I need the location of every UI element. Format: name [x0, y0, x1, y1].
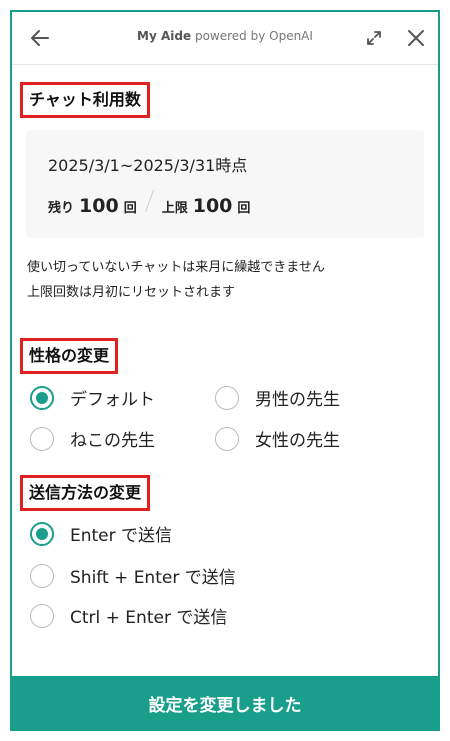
- expand-icon: [367, 31, 381, 45]
- send-option-label: Ctrl + Enter で送信: [70, 608, 228, 628]
- chat-settings-panel: My Aide powered by OpenAI チャット利用数 2025/3…: [10, 10, 440, 731]
- counts-divider: [144, 190, 154, 212]
- header: My Aide powered by OpenAI: [12, 12, 438, 65]
- radio-checked-icon: [30, 521, 54, 546]
- usage-counts: 残り 100 回 上限 100 回: [48, 190, 250, 217]
- personality-option-label: ねこの先生: [70, 431, 155, 451]
- send-method-section-title: 送信方法の変更: [20, 475, 151, 511]
- expand-button[interactable]: [364, 28, 384, 48]
- radio-checked-icon: [30, 385, 54, 410]
- remaining-label: 残り: [48, 201, 75, 216]
- app-subtitle: powered by OpenAI: [194, 29, 313, 43]
- personality-option-label: 女性の先生: [255, 431, 340, 451]
- radio-unchecked-icon: [215, 385, 239, 410]
- limit-unit: 回: [237, 201, 251, 216]
- send-option-shift-enter[interactable]: Shift + Enter で送信: [30, 563, 236, 588]
- personality-option-male-teacher[interactable]: 男性の先生: [215, 385, 340, 410]
- send-option-ctrl-enter[interactable]: Ctrl + Enter で送信: [30, 603, 227, 628]
- usage-note-reset: 上限回数は月初にリセットされます: [27, 285, 236, 300]
- radio-unchecked-icon: [30, 563, 54, 588]
- app-title: My Aide: [137, 29, 192, 43]
- radio-unchecked-icon: [215, 426, 239, 451]
- remaining-value: 100: [79, 195, 119, 217]
- usage-note-carryover: 使い切っていないチャットは来月に繰越できません: [27, 260, 325, 275]
- personality-option-cat-teacher[interactable]: ねこの先生: [30, 426, 155, 451]
- personality-option-label: 男性の先生: [255, 390, 340, 410]
- close-button[interactable]: [404, 26, 428, 50]
- save-settings-button[interactable]: 設定を変更しました: [12, 676, 438, 731]
- usage-period: 2025/3/1~2025/3/31時点: [48, 156, 248, 175]
- close-icon: [408, 30, 424, 46]
- radio-unchecked-icon: [30, 426, 54, 451]
- personality-option-label: デフォルト: [70, 390, 155, 410]
- usage-notes: 使い切っていないチャットは来月に繰越できません 上限回数は月初にリセットされます: [27, 255, 325, 305]
- personality-section-title: 性格の変更: [20, 338, 119, 374]
- limit-value: 100: [192, 195, 233, 217]
- remaining-unit: 回: [123, 201, 137, 216]
- usage-card: 2025/3/1~2025/3/31時点 残り 100 回 上限 100 回: [26, 130, 424, 238]
- limit-label: 上限: [161, 201, 188, 216]
- personality-option-default[interactable]: デフォルト: [30, 385, 155, 410]
- personality-option-female-teacher[interactable]: 女性の先生: [215, 426, 340, 451]
- send-option-enter[interactable]: Enter で送信: [30, 521, 172, 546]
- send-option-label: Enter で送信: [70, 526, 173, 546]
- radio-unchecked-icon: [30, 603, 54, 628]
- usage-section-title: チャット利用数: [20, 82, 150, 118]
- send-option-label: Shift + Enter で送信: [70, 568, 236, 588]
